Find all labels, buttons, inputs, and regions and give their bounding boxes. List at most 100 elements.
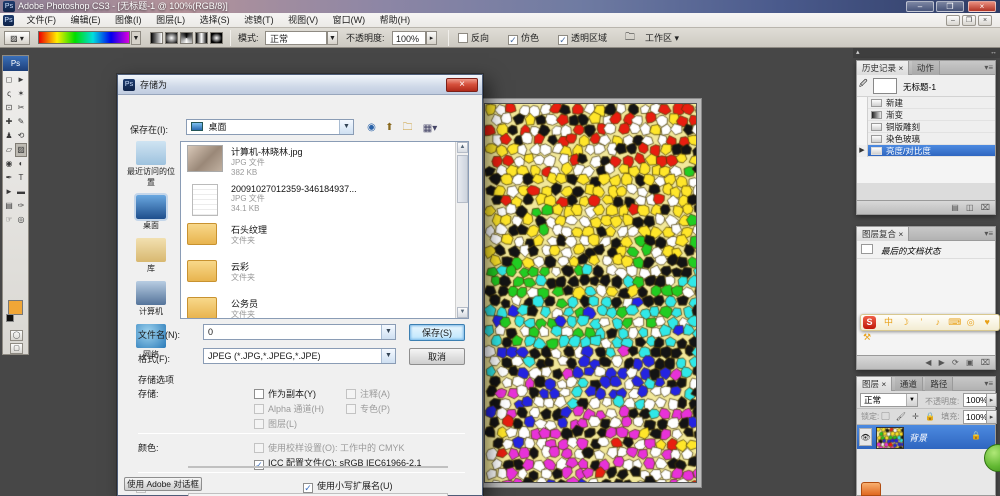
history-state[interactable]: 渐变 [857, 109, 995, 121]
collapse-dock-icon[interactable]: ▴ [856, 49, 860, 56]
new-comp-icon[interactable]: ▣ [966, 358, 974, 367]
zoom-tool[interactable]: ◎ [15, 213, 27, 227]
update-comp-icon[interactable]: ⟳ [952, 358, 959, 367]
blur-tool[interactable]: ◉ [3, 157, 15, 171]
background-color-swatch[interactable] [6, 314, 14, 322]
magic-wand-tool[interactable]: ✶ [15, 87, 27, 101]
delete-state-icon[interactable]: ⌧ [981, 203, 990, 212]
foreground-color-swatch[interactable] [8, 300, 23, 315]
diamond-gradient-button[interactable] [210, 32, 223, 44]
lock-all-icon[interactable]: 🔒 [925, 412, 935, 421]
layer-comp-row[interactable]: 最后的文档状态 [857, 241, 995, 259]
history-state[interactable]: 铜版雕刻 [857, 121, 995, 133]
save-in-select[interactable]: 桌面 ▼ [186, 119, 354, 135]
panel-menu-icon[interactable]: ▾≡ [984, 229, 993, 238]
fill-spinner-icon[interactable]: ▸ [986, 410, 997, 424]
new-document-from-state-icon[interactable]: ▤ [951, 203, 959, 212]
radial-gradient-button[interactable] [165, 32, 178, 44]
blend-mode-select[interactable]: 正常 ▼ [860, 393, 918, 407]
history-brush-tool[interactable]: ⟲ [15, 129, 27, 143]
lock-move-icon[interactable]: ✛ [912, 412, 919, 421]
use-adobe-dialog-button[interactable]: 使用 Adobe 对话框 [124, 477, 202, 491]
up-folder-icon[interactable]: ⬆ [382, 120, 397, 135]
file-row[interactable]: 云彩 文件夹 [181, 254, 468, 291]
move-tool[interactable]: ► [15, 73, 27, 87]
punctuation-icon[interactable]: ’ [915, 315, 927, 330]
history-state[interactable]: 新建 [857, 97, 995, 109]
linear-gradient-button[interactable] [150, 32, 163, 44]
brush-tool[interactable]: ✎ [15, 115, 27, 129]
scroll-up-icon[interactable]: ▲ [457, 142, 468, 153]
canvas-image[interactable] [484, 103, 697, 483]
dialog-title-bar[interactable]: Ps 存储为 × [118, 75, 482, 95]
shape-tool[interactable]: ▬ [15, 185, 27, 199]
snapshot-row[interactable]: 🖉 无标题-1 [857, 75, 995, 97]
skin-icon[interactable]: ♥ [981, 315, 993, 330]
hand-tool[interactable]: ☞ [3, 213, 15, 227]
as-copy-checkbox[interactable]: 作为副本(Y) [254, 387, 316, 400]
tool-preset-picker[interactable]: ▨ ▾ [4, 31, 30, 45]
crop-tool[interactable]: ⊡ [3, 101, 15, 115]
workspace-button[interactable]: 工作区 ▾ [645, 31, 679, 45]
fill-value[interactable]: 100% [963, 410, 988, 424]
transparency-checkbox[interactable]: ✓ 透明区域 [558, 31, 607, 45]
gradient-picker-arrow-icon[interactable]: ▼ [131, 31, 141, 45]
doc-minimize-button[interactable]: – [946, 15, 960, 26]
sogou-input-bar[interactable]: S 中 ☽ ’ ♪ ⌨ ◎ ♥ ⚒ [860, 314, 1000, 342]
lock-paint-icon[interactable]: 🖌 [896, 412, 906, 421]
mode-select-arrow-icon[interactable]: ▼ [327, 31, 338, 45]
healing-brush-tool[interactable]: ✚ [3, 115, 15, 129]
close-button[interactable]: × [968, 1, 996, 12]
notes-tool[interactable]: ▤ [3, 199, 15, 213]
filename-input[interactable]: 0 ▼ [203, 324, 396, 340]
sogou-logo-icon[interactable]: S [863, 316, 876, 329]
menu-edit[interactable]: 编辑(E) [65, 13, 107, 28]
half-moon-icon[interactable]: ☽ [899, 315, 911, 330]
path-select-tool[interactable]: ► [3, 185, 15, 199]
scrollbar-thumb[interactable] [457, 155, 468, 203]
place-recent[interactable]: 最近访问的位置 [124, 141, 178, 188]
file-row[interactable]: 计算机-林晓林.jpg JPG 文件 382 KB [181, 142, 468, 181]
clone-stamp-tool[interactable]: ♟ [3, 129, 15, 143]
history-state-selected[interactable]: ▶ 亮度/对比度 [857, 145, 995, 157]
quick-mask-button[interactable]: ◯ [10, 330, 23, 341]
reverse-checkbox[interactable]: 反向 [458, 31, 489, 45]
lasso-tool[interactable]: ς [3, 87, 15, 101]
opacity-input[interactable]: 100% [392, 31, 426, 45]
tab-layers[interactable]: 图层 × [857, 377, 893, 391]
gradient-tool[interactable]: ▨ [15, 143, 27, 157]
search-icon[interactable]: ◎ [965, 315, 977, 330]
place-computer[interactable]: 计算机 [124, 281, 178, 317]
toolbox-header[interactable]: Ps [3, 56, 28, 71]
file-row[interactable]: 20091027012359-346184937... JPG 文件 34.1 … [181, 181, 468, 217]
doc-close-button[interactable]: × [978, 15, 992, 26]
menu-image[interactable]: 图像(I) [109, 13, 148, 28]
menu-view[interactable]: 视图(V) [282, 13, 324, 28]
new-folder-icon[interactable]: 🗀 [400, 120, 415, 135]
view-menu-icon[interactable]: ▦▾ [418, 120, 442, 135]
delete-comp-icon[interactable]: ⌧ [981, 358, 990, 367]
place-desktop[interactable]: 桌面 [124, 193, 178, 231]
soft-keyboard-icon[interactable]: ⌨ [948, 315, 961, 330]
lock-transparent-icon[interactable]: ▢ [881, 412, 889, 421]
opacity-spinner-icon[interactable]: ▸ [986, 393, 997, 407]
tab-channels[interactable]: 通道 [894, 377, 923, 391]
minimize-button[interactable]: – [906, 1, 934, 12]
chinese-mode-icon[interactable]: 中 [882, 315, 894, 330]
lowercase-checkbox[interactable]: ✓ 使用小写扩展名(U) [303, 479, 393, 493]
menu-layer[interactable]: 图层(L) [150, 13, 191, 28]
file-list-scrollbar[interactable]: ▲ ▼ [455, 142, 468, 318]
next-comp-icon[interactable]: ▶ [939, 358, 945, 367]
doc-restore-button[interactable]: ❐ [962, 15, 976, 26]
cancel-button[interactable]: 取消 [409, 348, 465, 365]
eraser-tool[interactable]: ▱ [3, 143, 15, 157]
tab-actions[interactable]: 动作 [911, 61, 940, 75]
back-icon[interactable]: ◉ [364, 120, 379, 135]
reflected-gradient-button[interactable] [195, 32, 208, 44]
menu-help[interactable]: 帮助(H) [374, 13, 417, 28]
format-select[interactable]: JPEG (*.JPG,*.JPEG,*.JPE) ▼ [203, 348, 396, 364]
angle-gradient-button[interactable] [180, 32, 193, 44]
slice-tool[interactable]: ✂ [15, 101, 27, 115]
tab-history[interactable]: 历史记录 × [857, 61, 910, 75]
scroll-down-icon[interactable]: ▼ [457, 307, 468, 318]
